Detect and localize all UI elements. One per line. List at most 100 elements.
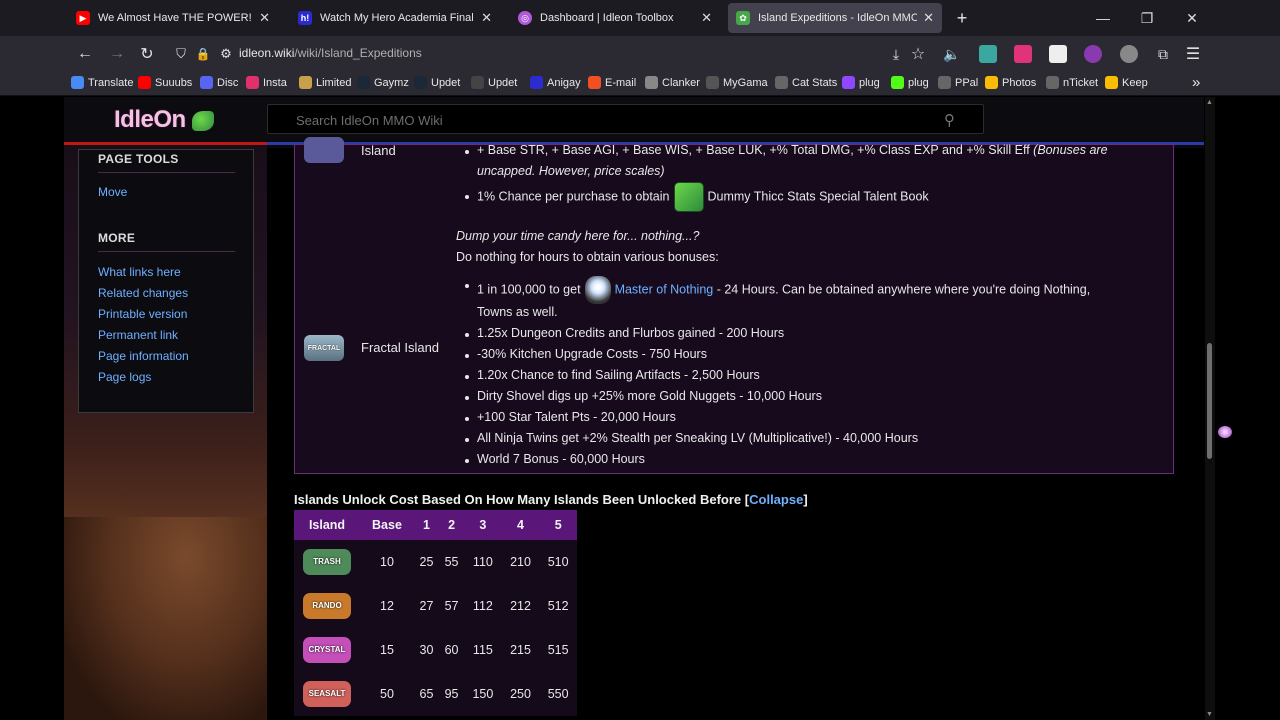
bookmark-star-icon[interactable]: ☆	[906, 42, 930, 66]
bookmark-item[interactable]: PPal	[938, 76, 978, 89]
reload-icon[interactable]: ↻	[135, 42, 159, 66]
cost-cell: 215	[501, 628, 540, 672]
close-icon[interactable]: ✕	[701, 10, 712, 26]
window-close-icon[interactable]: ✕	[1170, 0, 1214, 36]
sidebar-link-move[interactable]: Move	[98, 185, 127, 199]
glasses-extension-icon[interactable]	[1120, 45, 1138, 63]
scrollbar-thumb[interactable]	[1207, 343, 1212, 459]
sidebar-link-permanent-link[interactable]: Permanent link	[98, 328, 178, 342]
extension-icon[interactable]	[1084, 45, 1102, 63]
cost-cell: 12	[360, 584, 414, 628]
menu-icon[interactable]: ☰	[1181, 42, 1205, 66]
cost-cell: 25	[413, 540, 439, 584]
wiki-header: IdleOn Search IdleOn MMO Wiki ⚲	[64, 97, 1204, 145]
bookmark-item[interactable]: Keep	[1105, 76, 1148, 89]
cost-cell: 55	[439, 540, 465, 584]
music-extension-icon[interactable]	[979, 45, 997, 63]
tab-wiki[interactable]: ✿ Island Expeditions - IdleOn MMO Wiki ✕	[728, 3, 942, 33]
main-content: Island + Base STR, + Base AGI, + Base WI…	[267, 137, 1204, 720]
new-tab-button[interactable]: +	[950, 3, 974, 33]
wiki-logo[interactable]: IdleOn	[114, 106, 186, 134]
extension-icon[interactable]	[1049, 45, 1067, 63]
fractal-bonus-master: 1 in 100,000 to get Master of Nothing - 2…	[477, 276, 1090, 304]
bookmark-item[interactable]: Limited	[299, 76, 351, 89]
bookmark-item[interactable]: Translate	[71, 76, 133, 89]
cost-cell: 210	[501, 540, 540, 584]
bookmark-item[interactable]: Updet	[414, 76, 460, 89]
collapse-link[interactable]: Collapse	[749, 492, 803, 507]
bookmark-item[interactable]: Cat Stats	[775, 76, 837, 89]
col-header: 2	[439, 510, 465, 540]
bookmark-item[interactable]: Suuubs	[138, 76, 192, 89]
mouse-cursor-icon	[1218, 426, 1232, 438]
bookmark-icon	[842, 76, 855, 89]
close-icon[interactable]: ✕	[923, 10, 934, 26]
search-input[interactable]: Search IdleOn MMO Wiki ⚲	[267, 104, 984, 134]
bookmark-label: plug	[908, 76, 929, 89]
sidebar-link-what-links-here[interactable]: What links here	[98, 265, 181, 279]
bookmark-item[interactable]: Insta	[246, 76, 287, 89]
bookmark-item[interactable]: Anigay	[530, 76, 581, 89]
bookmark-item[interactable]: Disc	[200, 76, 238, 89]
fractal-bonus: World 7 Bonus - 60,000 Hours	[477, 452, 645, 466]
bookmark-item[interactable]: plug	[891, 76, 929, 89]
cost-cell: 10	[360, 540, 414, 584]
minimize-icon[interactable]: —	[1081, 0, 1125, 36]
restore-icon[interactable]: ❐	[1125, 0, 1169, 36]
bookmark-icon	[645, 76, 658, 89]
cost-cell: 30	[413, 628, 439, 672]
island-cell: CRYSTAL	[294, 628, 360, 672]
bookmark-item[interactable]: Clanker	[645, 76, 700, 89]
fractal-bonus: 1.20x Chance to find Sailing Artifacts -…	[477, 368, 760, 382]
fractal-bonus: -30% Kitchen Upgrade Costs - 750 Hours	[477, 347, 707, 361]
mic-extension-icon[interactable]	[1014, 45, 1032, 63]
bookmark-item[interactable]: Gaymz	[357, 76, 409, 89]
bookmark-icon	[530, 76, 543, 89]
tab-toolbox[interactable]: ◎ Dashboard | Idleon Toolbox ✕	[510, 3, 720, 33]
back-icon[interactable]: ←	[73, 42, 97, 66]
search-icon[interactable]: ⚲	[944, 111, 955, 129]
forward-icon[interactable]: →	[105, 42, 129, 66]
url-bar[interactable]: idleon.wiki/wiki/Island_Expeditions	[239, 46, 422, 60]
cost-cell: 150	[464, 672, 502, 716]
cost-cell: 60	[439, 628, 465, 672]
speaker-icon[interactable]: 🔈	[940, 42, 964, 66]
fractal-island-icon: FRACTAL	[304, 335, 344, 361]
bookmark-item[interactable]: Photos	[985, 76, 1036, 89]
sidebar-link-printable-version[interactable]: Printable version	[98, 307, 187, 321]
bookmark-label: PPal	[955, 76, 979, 89]
browser-nav-bar: ← → ↻ ⛉ 🔒 ⚙ idleon.wiki/wiki/Island_Expe…	[0, 36, 1280, 72]
bonus-text: 1% Chance per purchase to obtain Dummy Th…	[477, 182, 929, 212]
master-of-nothing-link[interactable]: Master of Nothing	[615, 282, 714, 296]
bookmark-item[interactable]: MyGama	[706, 76, 768, 89]
fractal-bonus: All Ninja Twins get +2% Stealth per Snea…	[477, 431, 919, 445]
bookmark-label: Anigay	[547, 76, 581, 89]
close-icon[interactable]: ✕	[259, 10, 270, 26]
island-cell: RANDO	[294, 584, 360, 628]
sidebar-link-related-changes[interactable]: Related changes	[98, 286, 188, 300]
bookmark-item[interactable]: Updet	[471, 76, 517, 89]
bookmarks-overflow-icon[interactable]: »	[1192, 74, 1200, 91]
close-icon[interactable]: ✕	[481, 10, 492, 26]
bookmark-item[interactable]: plug	[842, 76, 880, 89]
bookmark-icon	[71, 76, 84, 89]
cost-cell: 115	[464, 628, 502, 672]
lock-icon[interactable]: 🔒	[191, 42, 215, 66]
island-icon: TRASH	[303, 549, 351, 575]
bookmark-icon	[891, 76, 904, 89]
tab-youtube[interactable]: ▶ We Almost Have THE POWER! | IdleOn ✕	[68, 3, 278, 33]
puzzle-icon[interactable]: ⧉	[1151, 42, 1175, 66]
tab-anime[interactable]: h! Watch My Hero Academia Final Season ✕	[290, 3, 500, 33]
bookmark-label: Suuubs	[155, 76, 193, 89]
bookmark-item[interactable]: E-mail	[588, 76, 636, 89]
fractal-bonus: +100 Star Talent Pts - 20,000 Hours	[477, 410, 676, 424]
download-icon[interactable]: ⤓	[884, 42, 908, 66]
bookmark-item[interactable]: nTicket	[1046, 76, 1098, 89]
shield-icon[interactable]: ⛉	[169, 42, 193, 66]
col-header: 4	[501, 510, 540, 540]
permissions-icon[interactable]: ⚙	[214, 42, 238, 66]
islands-table: Island + Base STR, + Base AGI, + Base WI…	[294, 137, 1174, 474]
page-scrollbar[interactable]: ▲ ▼	[1205, 97, 1215, 720]
sidebar-link-page-information[interactable]: Page information	[98, 349, 189, 363]
sidebar-link-page-logs[interactable]: Page logs	[98, 370, 151, 384]
